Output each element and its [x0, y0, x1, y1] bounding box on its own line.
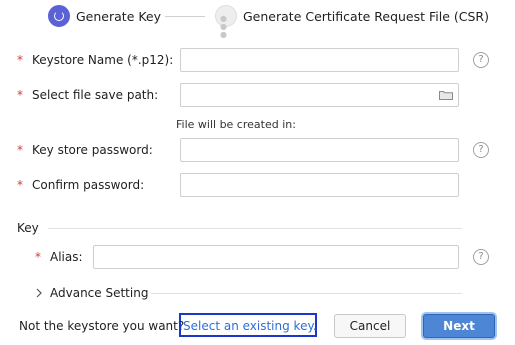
chevron-right-icon[interactable] [35, 288, 43, 298]
alias-label: Alias: [50, 250, 83, 264]
step-connector [165, 16, 205, 17]
required-marker: * [35, 250, 41, 264]
help-icon[interactable]: ? [473, 52, 489, 68]
keystore-name-label: Keystore Name (*.p12): [32, 53, 174, 67]
help-icon[interactable]: ? [473, 249, 489, 265]
required-marker: * [17, 178, 23, 192]
alias-input[interactable] [93, 245, 459, 269]
key-section-divider [48, 228, 462, 229]
folder-icon[interactable] [439, 90, 453, 100]
keystore-password-input[interactable] [180, 138, 459, 162]
advance-setting-divider [151, 293, 462, 294]
save-path-hint: File will be created in: [176, 118, 296, 131]
save-path-label: Select file save path: [32, 88, 159, 102]
step-csr-label: Generate Certificate Request File (CSR) [243, 9, 489, 24]
required-marker: * [17, 88, 23, 102]
keystore-name-input[interactable] [180, 48, 459, 72]
keystore-password-label: Key store password: [32, 143, 153, 157]
step-generate-key-icon [48, 5, 70, 27]
select-existing-key-link[interactable]: Select an existing key. [183, 319, 317, 333]
footer-prompt: Not the keystore you want? [19, 319, 185, 333]
help-icon[interactable]: ? [473, 142, 489, 158]
required-marker: * [17, 143, 23, 157]
key-section-title: Key [17, 221, 39, 235]
next-button[interactable]: Next [423, 314, 495, 338]
required-marker: * [17, 53, 23, 67]
step-csr-icon: ● ● ● [215, 5, 237, 39]
advance-setting-toggle[interactable]: Advance Setting [50, 286, 148, 300]
cancel-button[interactable]: Cancel [334, 314, 406, 338]
step-generate-key-label: Generate Key [76, 9, 162, 24]
save-path-input[interactable] [180, 83, 459, 107]
confirm-password-label: Confirm password: [32, 178, 145, 192]
confirm-password-input[interactable] [180, 173, 459, 197]
